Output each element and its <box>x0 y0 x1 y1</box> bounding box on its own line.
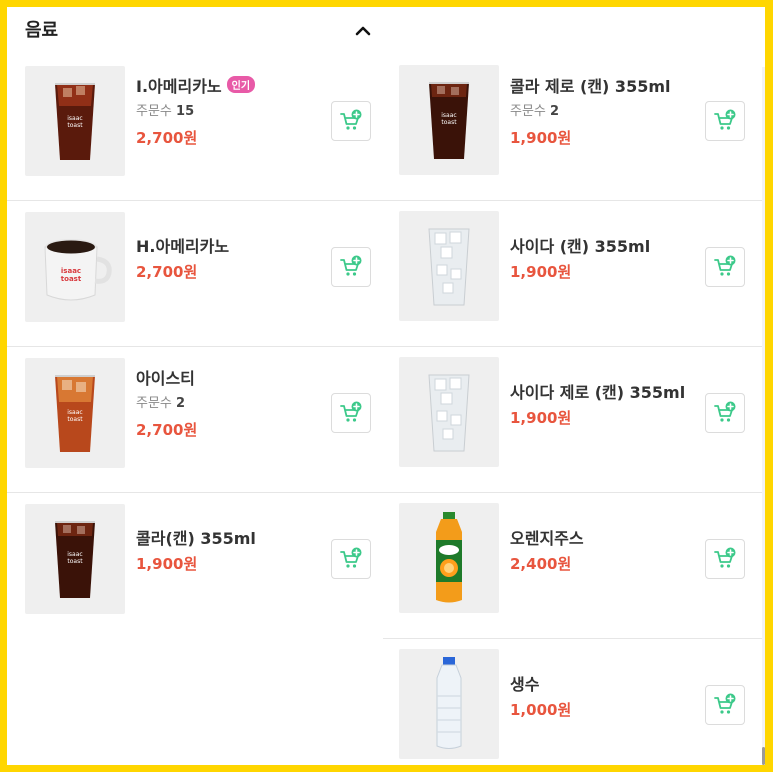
menu-item[interactable]: isaac toast 콜라 제로 (캔) 355ml 주문수 2 1,900원 <box>383 55 765 201</box>
item-name: 콜라(캔) 355ml <box>136 529 256 548</box>
item-price: 1,900원 <box>136 555 198 573</box>
soda-zero-image <box>399 357 499 467</box>
svg-text:toast: toast <box>67 558 83 565</box>
item-price: 1,000원 <box>510 701 572 719</box>
cart-plus-icon <box>340 109 362 130</box>
orange-juice-image <box>399 503 499 613</box>
cart-plus-icon <box>714 693 736 714</box>
menu-item[interactable]: 사이다 제로 (캔) 355ml 1,900원 <box>383 347 765 493</box>
popular-badge: 인기 <box>226 76 256 93</box>
svg-text:isaac: isaac <box>67 115 82 122</box>
cola-zero-image: isaac toast <box>399 65 499 175</box>
svg-text:isaac: isaac <box>67 551 82 558</box>
item-price: 2,700원 <box>136 421 198 439</box>
svg-text:toast: toast <box>67 416 83 423</box>
scrollbar-thumb[interactable] <box>762 747 765 765</box>
order-count: 주문수 2 <box>510 104 560 119</box>
cart-plus-icon <box>714 255 736 276</box>
add-to-cart-button[interactable] <box>705 539 745 579</box>
menu-frame: 음료 isaac toast I.아메리카노 인기 주문수 15 2,700원 … <box>7 7 765 765</box>
soda-image <box>399 211 499 321</box>
item-name: 사이다 제로 (캔) 355ml <box>510 383 686 402</box>
menu-column-left: isaac toast I.아메리카노 인기 주문수 15 2,700원 isa… <box>7 55 387 639</box>
add-to-cart-button[interactable] <box>705 101 745 141</box>
item-name: 아이스티 <box>136 369 195 388</box>
item-price: 1,900원 <box>510 129 572 147</box>
menu-item[interactable]: isaac toast H.아메리카노 2,700원 <box>7 201 387 347</box>
menu-item[interactable]: isaac toast 콜라(캔) 355ml 1,900원 <box>7 493 387 639</box>
item-price: 1,900원 <box>510 263 572 281</box>
menu-column-right: isaac toast 콜라 제로 (캔) 355ml 주문수 2 1,900원 <box>383 55 765 765</box>
add-to-cart-button[interactable] <box>705 247 745 287</box>
svg-text:toast: toast <box>67 122 83 129</box>
item-name: 사이다 (캔) 355ml <box>510 237 651 256</box>
item-name: I.아메리카노 인기 <box>136 73 256 97</box>
svg-text:isaac: isaac <box>441 112 456 119</box>
cart-plus-icon <box>340 547 362 568</box>
iced-tea-image: isaac toast <box>25 358 125 468</box>
cola-image: isaac toast <box>25 504 125 614</box>
add-to-cart-button[interactable] <box>331 101 371 141</box>
svg-text:isaac: isaac <box>61 267 81 275</box>
add-to-cart-button[interactable] <box>331 247 371 287</box>
menu-item[interactable]: 생수 1,000원 <box>383 639 765 765</box>
section-title: 음료 <box>25 20 59 41</box>
add-to-cart-button[interactable] <box>331 539 371 579</box>
cart-plus-icon <box>340 255 362 276</box>
scrollbar-track[interactable] <box>762 67 765 765</box>
item-name: 생수 <box>510 675 540 694</box>
menu-item[interactable]: 오렌지주스 2,400원 <box>383 493 765 639</box>
order-count: 주문수 15 <box>136 104 195 119</box>
add-to-cart-button[interactable] <box>705 685 745 725</box>
item-name: H.아메리카노 <box>136 237 230 256</box>
menu-item[interactable]: 사이다 (캔) 355ml 1,900원 <box>383 201 765 347</box>
cart-plus-icon <box>340 401 362 422</box>
add-to-cart-button[interactable] <box>705 393 745 433</box>
menu-item[interactable]: isaac toast 아이스티 주문수 2 2,700원 <box>7 347 387 493</box>
iced-americano-image: isaac toast <box>25 66 125 176</box>
hot-americano-image: isaac toast <box>25 212 125 322</box>
item-price: 2,700원 <box>136 263 198 281</box>
item-price: 1,900원 <box>510 409 572 427</box>
water-bottle-image <box>399 649 499 759</box>
svg-text:isaac: isaac <box>67 409 82 416</box>
cart-plus-icon <box>714 109 736 130</box>
cart-plus-icon <box>714 401 736 422</box>
svg-text:toast: toast <box>441 119 457 126</box>
chevron-up-icon[interactable] <box>351 19 375 43</box>
order-count: 주문수 2 <box>136 396 186 411</box>
section-header[interactable]: 음료 <box>7 7 765 55</box>
svg-text:toast: toast <box>61 275 82 283</box>
item-name: 콜라 제로 (캔) 355ml <box>510 77 671 96</box>
item-price: 2,700원 <box>136 129 198 147</box>
item-price: 2,400원 <box>510 555 572 573</box>
item-name: 오렌지주스 <box>510 529 584 548</box>
add-to-cart-button[interactable] <box>331 393 371 433</box>
cart-plus-icon <box>714 547 736 568</box>
menu-item[interactable]: isaac toast I.아메리카노 인기 주문수 15 2,700원 <box>7 55 387 201</box>
